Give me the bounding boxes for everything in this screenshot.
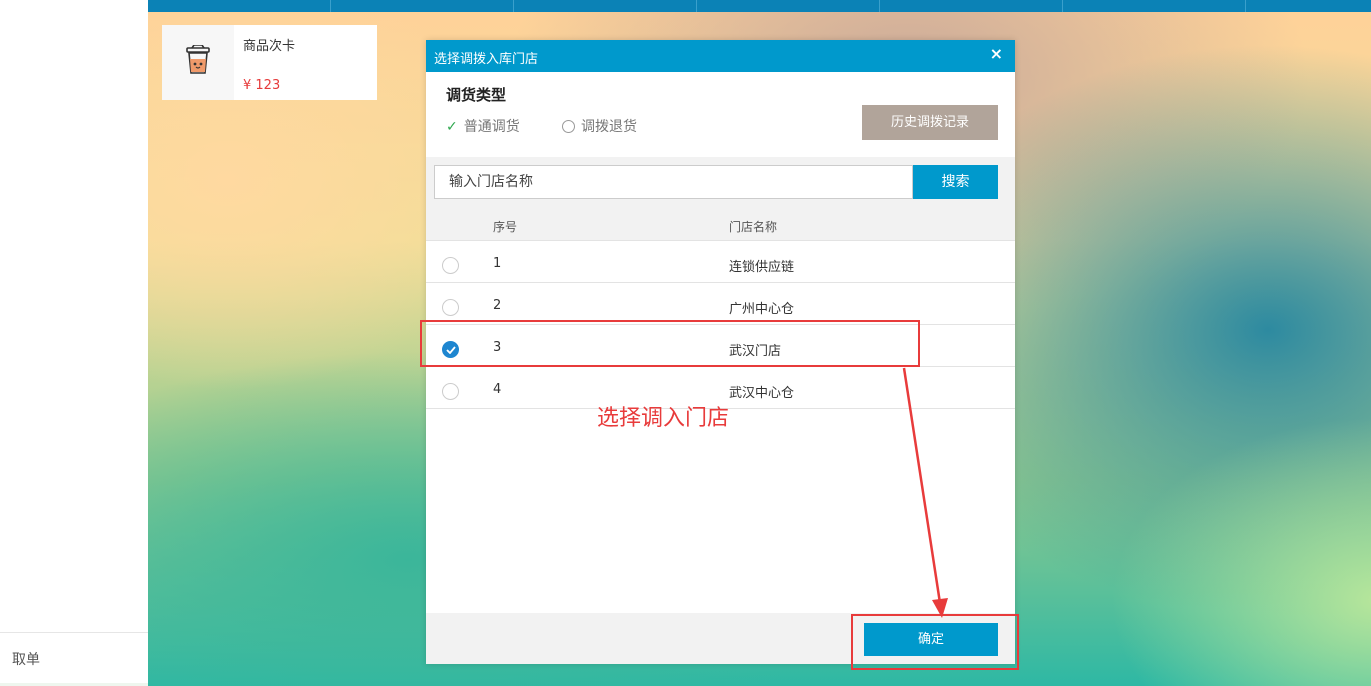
- annotation-arrow: [902, 367, 948, 618]
